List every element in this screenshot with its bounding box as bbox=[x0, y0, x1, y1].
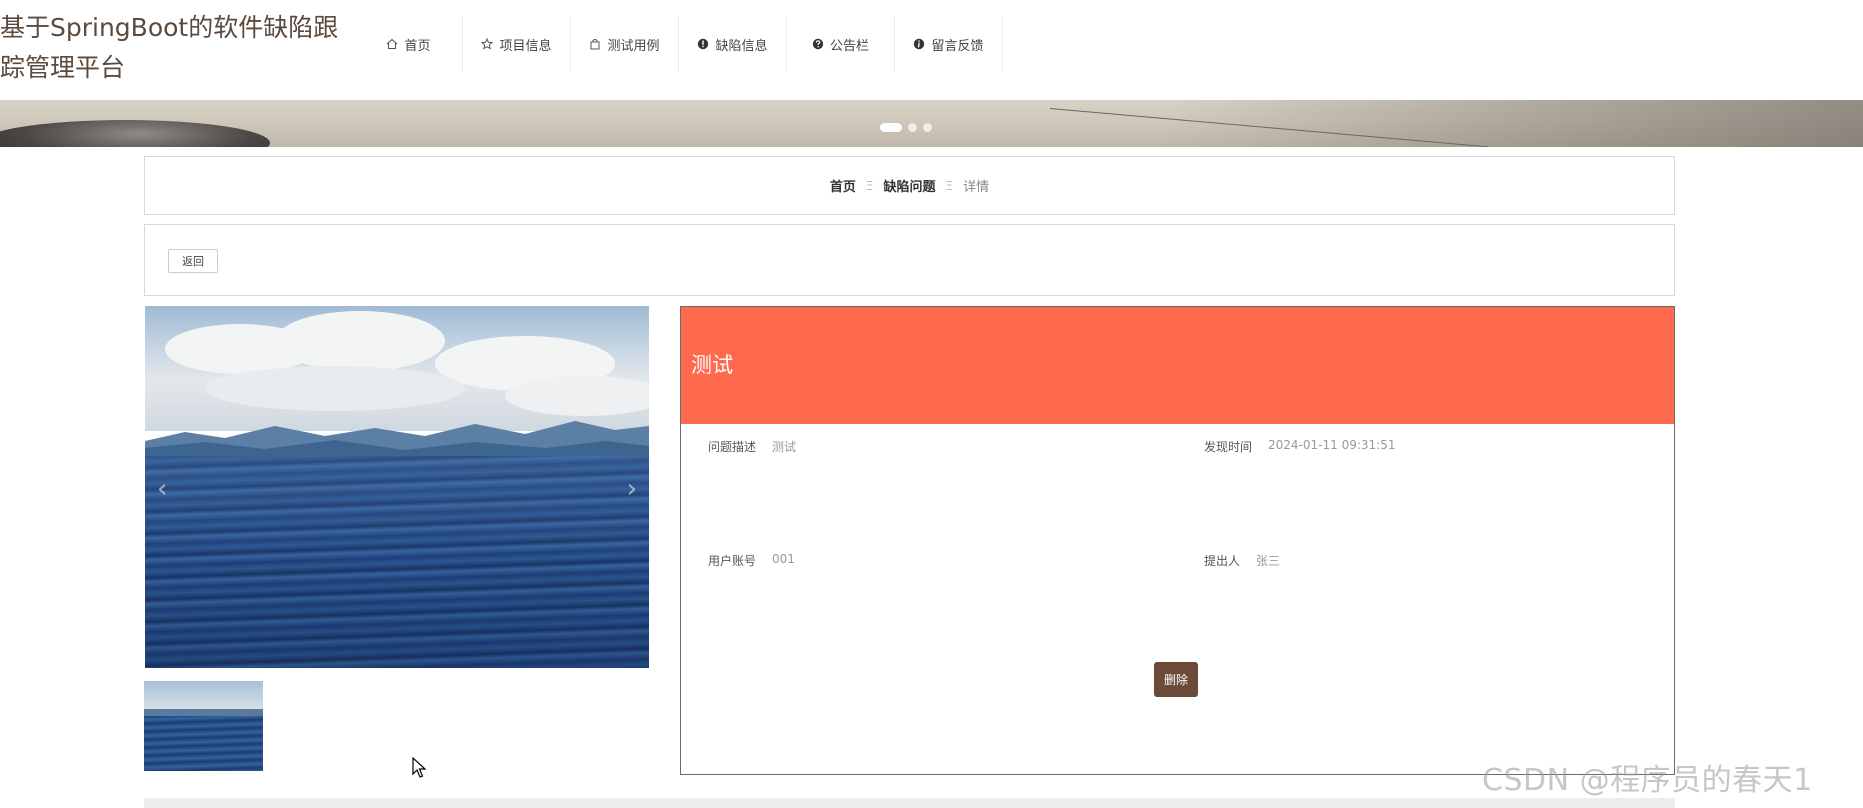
nav-label: 留言反馈 bbox=[931, 38, 984, 54]
defect-detail-panel: 测试 问题描述 测试 发现时间 2024-01-11 09:31:51 用户账号… bbox=[680, 306, 1675, 775]
field-account: 用户账号 001 bbox=[708, 552, 795, 569]
mountains bbox=[145, 421, 649, 461]
nav-item-defects[interactable]: 缺陷信息 bbox=[679, 16, 787, 72]
bottom-strip bbox=[144, 798, 1675, 808]
chevron-right-icon[interactable]: › bbox=[627, 474, 637, 504]
nav-item-feedback[interactable]: 留言反馈 bbox=[895, 16, 1003, 72]
breadcrumb-current: 详情 bbox=[963, 180, 990, 195]
thumbnail-image[interactable] bbox=[144, 681, 263, 771]
field-submitter: 提出人 张三 bbox=[1204, 552, 1280, 569]
carousel-dot-3[interactable] bbox=[923, 123, 932, 132]
nav-label: 测试用例 bbox=[607, 38, 660, 54]
sky bbox=[145, 306, 649, 431]
mouse-cursor-icon bbox=[412, 757, 427, 778]
field-found-time: 发现时间 2024-01-11 09:31:51 bbox=[1204, 438, 1395, 455]
breadcrumb-separator: Ξ bbox=[865, 178, 874, 193]
carousel-dot-1[interactable] bbox=[880, 123, 902, 132]
carousel-dot-2[interactable] bbox=[908, 123, 917, 132]
submitter-value: 张三 bbox=[1256, 554, 1281, 568]
nav-item-notices[interactable]: 公告栏 bbox=[787, 16, 895, 72]
breadcrumb: 首页 Ξ 缺陷问题 Ξ 详情 bbox=[144, 156, 1675, 215]
detail-title: 测试 bbox=[691, 353, 733, 377]
star-icon bbox=[481, 38, 494, 50]
carousel-dots bbox=[880, 123, 932, 132]
chevron-left-icon[interactable]: ‹ bbox=[157, 474, 167, 504]
question-icon bbox=[812, 38, 824, 50]
breadcrumb-section[interactable]: 缺陷问题 bbox=[883, 176, 935, 195]
action-bar: 返回 bbox=[144, 224, 1675, 296]
watermark: CSDN @程序员的春天1 bbox=[1482, 763, 1813, 798]
detail-header: 测试 bbox=[681, 307, 1674, 424]
found-time-value: 2024-01-11 09:31:51 bbox=[1268, 438, 1396, 452]
bag-icon bbox=[590, 39, 600, 50]
water bbox=[145, 456, 649, 668]
nav-item-test-cases[interactable]: 测试用例 bbox=[571, 16, 679, 72]
back-button[interactable]: 返回 bbox=[168, 249, 218, 273]
banner-shade bbox=[1163, 100, 1863, 147]
description-value: 测试 bbox=[772, 440, 797, 454]
delete-button[interactable]: 删除 bbox=[1154, 662, 1198, 697]
breadcrumb-home[interactable]: 首页 bbox=[830, 176, 856, 195]
nav-label: 项目信息 bbox=[499, 38, 552, 54]
field-description: 问题描述 测试 bbox=[708, 438, 796, 455]
nav-item-projects[interactable]: 项目信息 bbox=[463, 16, 571, 72]
banner-rock-image bbox=[0, 120, 270, 147]
home-icon bbox=[387, 38, 398, 50]
found-time-label: 发现时间 bbox=[1204, 440, 1253, 454]
nav-label: 公告栏 bbox=[829, 38, 869, 54]
breadcrumb-separator: Ξ bbox=[945, 178, 954, 193]
description-label: 问题描述 bbox=[708, 440, 757, 454]
exclamation-icon bbox=[698, 38, 709, 50]
info-icon bbox=[914, 38, 925, 50]
account-value: 001 bbox=[772, 552, 795, 566]
main-image: ‹ › bbox=[145, 306, 649, 668]
submitter-label: 提出人 bbox=[1204, 554, 1241, 568]
account-label: 用户账号 bbox=[708, 554, 757, 568]
site-title: 基于SpringBoot的软件缺陷跟踪管理平台 bbox=[0, 13, 339, 82]
nav-label: 缺陷信息 bbox=[715, 38, 768, 54]
nav-label: 首页 bbox=[404, 38, 431, 54]
nav-item-home[interactable]: 首页 bbox=[355, 16, 463, 72]
banner-carousel bbox=[0, 100, 1863, 147]
top-header: 基于SpringBoot的软件缺陷跟踪管理平台 首页 项目信息 测试用例 缺陷信… bbox=[0, 0, 1863, 100]
main-nav: 首页 项目信息 测试用例 缺陷信息 公告栏 留言反馈 bbox=[355, 16, 1003, 72]
